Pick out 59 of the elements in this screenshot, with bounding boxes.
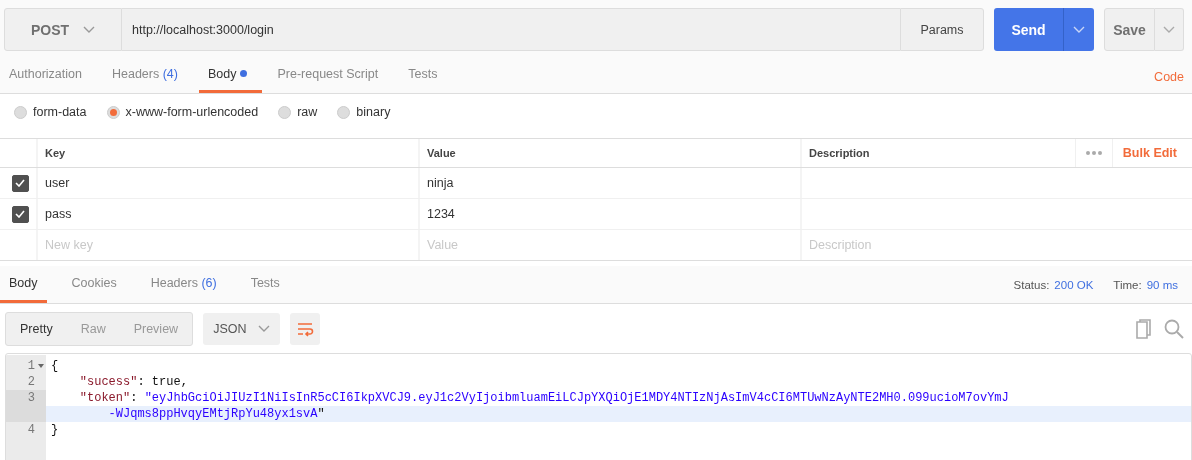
column-header: Key — [36, 139, 418, 167]
body-type-radio[interactable]: form-data — [14, 105, 87, 119]
code-editor[interactable]: 1 2 3 4 { "sucess": true, "token": "eyJhbGciOiJIUzI1NiIsInR5cCI6IkpXVCJ9.eyJ1c2VyIjoibmluamEiLCJpYXQiOjE1MDY4NTIzNjAsImV4cCI6MTUwNzAyNTE2MH0.099ucioM7ovYmJ -WJqms8ppHvqyEMtjRpYu48yx1svA" } — [5, 353, 1192, 460]
send-button[interactable]: Send — [994, 8, 1064, 51]
request-tab[interactable]: Pre-request Script — [268, 57, 394, 93]
column-header: Value — [418, 139, 800, 167]
params-button[interactable]: Params — [900, 8, 984, 51]
wrap-lines-icon — [296, 321, 315, 337]
chevron-down-icon — [1073, 25, 1085, 34]
body-type-radio[interactable]: raw — [278, 105, 318, 119]
time-value: 90 ms — [1146, 278, 1178, 291]
format-dropdown[interactable]: JSON — [203, 313, 281, 345]
line-number: 4 — [27, 423, 35, 437]
line-number: 1 — [27, 359, 35, 373]
view-mode-tab[interactable]: Preview — [119, 313, 193, 345]
time-label: Time: — [1113, 278, 1142, 291]
code-line: "sucess": true, — [78, 375, 188, 389]
save-button[interactable]: Save — [1104, 8, 1155, 51]
request-tab[interactable]: Authorization — [0, 57, 97, 93]
check-icon — [15, 179, 25, 187]
code-line: -WJqms8ppHvqyEMtjRpYu48yx1svA" — [107, 407, 325, 421]
send-options-button[interactable] — [1064, 8, 1094, 51]
more-icon[interactable] — [1074, 139, 1113, 167]
check-icon — [15, 210, 25, 218]
bulk-edit-link[interactable]: Bulk Edit — [1122, 146, 1185, 160]
method-dropdown[interactable]: POST — [4, 8, 122, 51]
table-cell: ninja — [418, 168, 800, 198]
table-cell: user — [36, 168, 418, 198]
code-link[interactable]: Code — [1154, 66, 1184, 84]
save-options-button[interactable] — [1155, 8, 1184, 51]
checkbox[interactable] — [11, 205, 29, 223]
request-tab[interactable]: Tests — [399, 57, 453, 93]
code-line: { — [51, 359, 59, 373]
wrap-lines-button[interactable] — [290, 313, 321, 345]
view-mode-tab[interactable]: Pretty — [6, 313, 67, 345]
code-line: } — [51, 423, 59, 437]
column-header: Description — [809, 147, 871, 159]
checkbox[interactable] — [11, 174, 29, 192]
body-type-radio[interactable]: binary — [337, 105, 391, 119]
fold-arrow-icon[interactable] — [35, 364, 46, 368]
request-tab[interactable]: Headers (4) — [102, 57, 193, 93]
chevron-down-icon — [258, 325, 271, 333]
code-line: "token": "eyJhbGciOiJIUzI1NiIsInR5cCI6IkpXVCJ9.eyJ1c2VyIjoibmluamEiLCJpYXQiOjE1MDY4NTIzNjAsImV4cCI6MTUwNzAyNTE2MH0.099ucioM7ovYmJ — [78, 391, 1009, 405]
url-field[interactable]: http://localhost:3000/login — [122, 8, 900, 51]
copy-icon[interactable] — [1136, 319, 1154, 339]
response-tab[interactable]: Tests — [241, 266, 289, 303]
response-tab[interactable]: Headers (6) — [141, 266, 226, 303]
status-label: Status: — [1013, 278, 1050, 291]
request-tab[interactable]: Body — [198, 57, 263, 93]
response-tab[interactable]: Cookies — [62, 266, 126, 303]
chevron-down-icon — [83, 25, 96, 34]
body-type-radio[interactable]: x-www-form-urlencoded — [106, 105, 259, 119]
search-icon[interactable] — [1164, 319, 1184, 339]
status-value: 200 OK — [1054, 278, 1094, 291]
view-mode-tab[interactable]: Raw — [66, 313, 120, 345]
response-tab[interactable]: Body — [0, 266, 47, 303]
chevron-down-icon — [1163, 25, 1175, 34]
line-number: 2 — [27, 375, 35, 389]
line-number: 3 — [27, 391, 35, 405]
